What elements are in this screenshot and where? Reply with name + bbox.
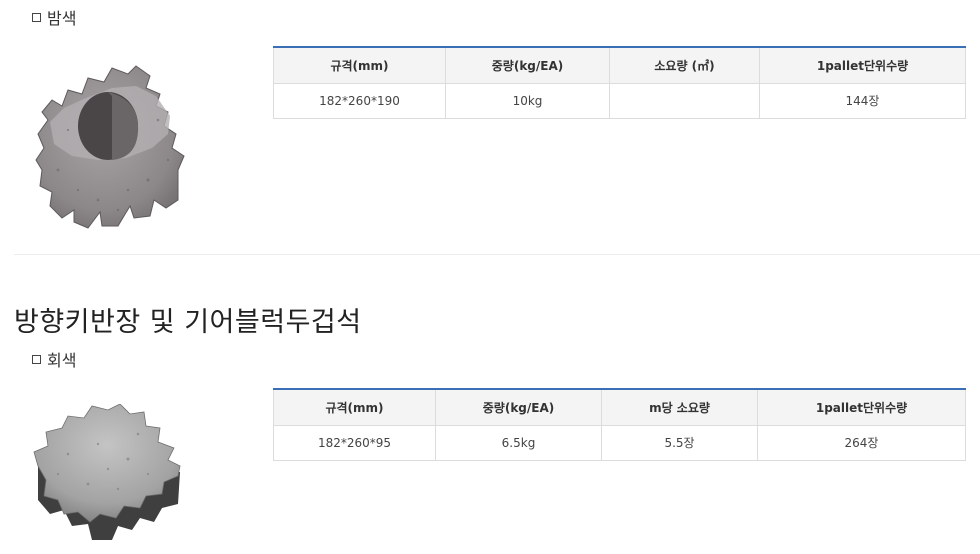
- cell-pallet-quantity: 144장: [759, 82, 966, 119]
- header-size: 규격(mm): [273, 46, 446, 84]
- header-pallet-quantity: 1pallet단위수량: [759, 46, 966, 84]
- header-weight: 중량(kg/EA): [435, 388, 602, 426]
- product-image-chestnut-block: [35, 65, 185, 229]
- square-bullet-icon: [32, 12, 41, 22]
- cell-requirement: [609, 82, 760, 119]
- cell-weight: 6.5kg: [435, 424, 602, 461]
- cell-pallet-quantity: 264장: [757, 424, 966, 461]
- color-label-text: 회색: [47, 351, 77, 370]
- spec-table-gray: 규격(mm) 중량(kg/EA) m당 소요량 1pallet단위수량 182*…: [273, 388, 966, 461]
- header-size: 규격(mm): [273, 388, 436, 426]
- spec-table-chestnut: 규격(mm) 중량(kg/EA) 소요량 (㎡) 1pallet단위수량 182…: [273, 46, 966, 119]
- section-divider: [14, 254, 980, 255]
- header-requirement: 소요량 (㎡): [609, 46, 760, 84]
- color-label-gray: 회색: [32, 347, 76, 371]
- table-row: 182*260*190 10kg 144장: [273, 82, 966, 119]
- product-image-gray-block: [33, 404, 181, 540]
- cell-size: 182*260*95: [273, 424, 436, 461]
- cell-requirement: 5.5장: [601, 424, 758, 461]
- cell-size: 182*260*190: [273, 82, 446, 119]
- cell-weight: 10kg: [445, 82, 610, 119]
- table-row: 182*260*95 6.5kg 5.5장 264장: [273, 424, 966, 461]
- color-label-text: 밤색: [47, 9, 77, 28]
- square-bullet-icon: [32, 354, 41, 364]
- header-requirement: m당 소요량: [601, 388, 758, 426]
- header-pallet-quantity: 1pallet단위수량: [757, 388, 966, 426]
- section-title: 방향키반장 및 기어블럭두겁석: [14, 307, 362, 338]
- color-label-chestnut: 밤색: [32, 5, 76, 29]
- header-weight: 중량(kg/EA): [445, 46, 610, 84]
